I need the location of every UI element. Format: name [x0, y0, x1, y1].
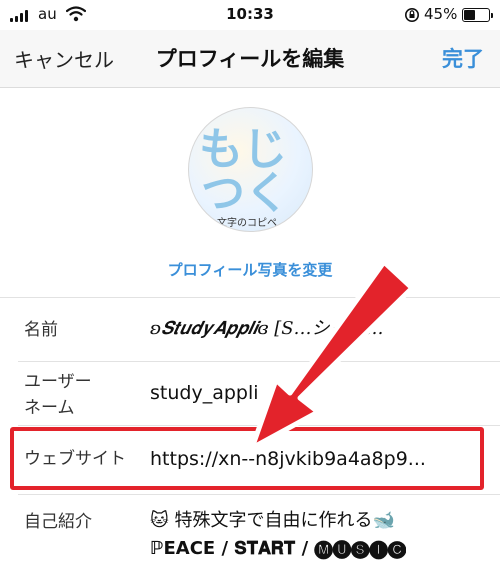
status-bar: au 10:33 45% — [0, 0, 500, 30]
website-field[interactable]: https://xn--n8jvkib9a4a8p9... — [150, 446, 480, 472]
name-field[interactable]: ʚ𝑺𝒕𝒖𝒅𝒚𝑨𝒑𝒑𝒍𝒊ɞ [S…シャレ… — [150, 316, 480, 342]
battery-percent: 45% — [424, 5, 458, 23]
battery-icon — [462, 8, 493, 22]
logo-caption: 文字のコピペ — [217, 216, 277, 229]
avatar-section: もじ つく 文字のコピペ プロフィール写真を変更 — [0, 89, 500, 297]
done-button[interactable]: 完了 — [442, 43, 484, 73]
bio-label: 自己紹介 — [24, 512, 92, 532]
orientation-lock-icon — [405, 8, 419, 22]
bio-line-1[interactable]: 🐱 特殊文字で自由に作れる🐋 — [150, 508, 395, 534]
bio-line-2[interactable]: ℙEACE / 𝐒𝐓𝐀𝐑𝐓 / 🅜🅤🅢🅘🅒 — [150, 536, 406, 562]
website-row[interactable]: ウェブサイト https://xn--n8jvkib9a4a8p9... — [0, 425, 500, 493]
username-label-line1: ユーザー — [24, 372, 92, 392]
website-label: ウェブサイト — [24, 449, 126, 469]
bio-row[interactable]: 自己紹介 🐱 特殊文字で自由に作れる🐋 ℙEACE / 𝐒𝐓𝐀𝐑𝐓 / 🅜🅤🅢🅘… — [0, 494, 500, 580]
name-label: 名前 — [24, 320, 58, 340]
username-row[interactable]: ユーザー ネーム study_appli — [0, 361, 500, 425]
username-label-line2: ネーム — [24, 398, 75, 418]
page-title: プロフィールを編集 — [155, 47, 345, 71]
change-photo-button[interactable]: プロフィール写真を変更 — [0, 259, 500, 280]
username-field[interactable]: study_appli — [150, 380, 259, 406]
name-row[interactable]: 名前 ʚ𝑺𝒕𝒖𝒅𝒚𝑨𝒑𝒑𝒍𝒊ɞ [S…シャレ… — [0, 297, 500, 361]
avatar[interactable]: もじ つく 文字のコピペ — [188, 107, 313, 232]
moji-tsuku-logo: もじ つく 文字のコピペ — [199, 124, 289, 229]
logo-text-bottom: つく — [201, 168, 289, 219]
nav-bar: キャンセル プロフィールを編集 完了 — [0, 30, 500, 88]
